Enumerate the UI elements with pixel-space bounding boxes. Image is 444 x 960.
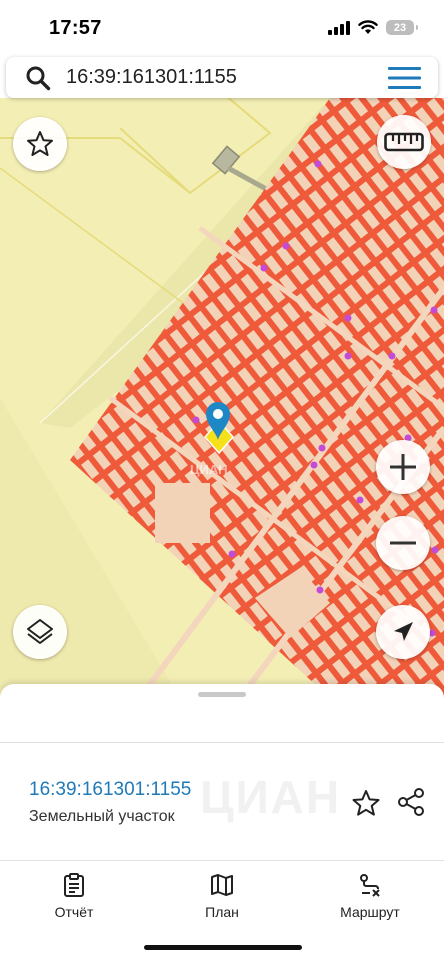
layers-icon [27,619,53,644]
locate-button[interactable] [376,605,430,659]
search-bar[interactable]: 16:39:161301:1155 [6,57,438,98]
ruler-button[interactable] [377,115,431,169]
tab-report[interactable]: Отчёт [14,861,134,920]
ruler-icon [384,132,424,152]
zoom-in-button[interactable] [376,440,430,494]
layers-button[interactable] [13,605,67,659]
sheet-watermark: ЦИАН [200,771,342,823]
status-icons: 23 [328,20,418,35]
map-icon [211,874,233,896]
tab-route-label: Маршрут [340,904,400,920]
map-watermark: ЦИАН [190,462,228,477]
clipboard-icon [64,873,84,897]
divider [0,742,444,743]
bottom-sheet[interactable]: ЦИАН 16:39:161301:1155 Земельный участок… [0,684,444,960]
home-indicator[interactable] [144,945,302,950]
status-time: 17:57 [49,17,102,39]
route-icon [360,874,380,897]
tab-report-label: Отчёт [54,904,94,920]
location-marker-icon [206,402,230,440]
share-icon[interactable] [396,787,426,817]
star-outline-icon [27,131,53,156]
wifi-icon [358,20,378,34]
signal-icon [328,20,350,35]
tab-plan-label: План [205,904,239,920]
navigation-arrow-icon [394,622,413,641]
battery-icon: 23 [386,20,418,35]
minus-icon [390,541,416,545]
tab-route[interactable]: Маршрут [310,861,430,920]
sheet-drag-handle[interactable] [198,692,246,697]
search-input[interactable]: 16:39:161301:1155 [66,66,237,89]
cadastral-number[interactable]: 16:39:161301:1155 [29,779,191,801]
search-icon[interactable] [25,65,51,91]
hamburger-menu-icon[interactable] [388,67,421,89]
cadastral-map[interactable] [0,98,444,698]
zoom-out-button[interactable] [376,516,430,570]
battery-level: 23 [393,21,407,34]
plus-icon [390,454,416,480]
status-bar: 17:57 23 [0,0,444,56]
favorite-map-button[interactable] [13,117,67,171]
tab-plan[interactable]: План [162,861,282,920]
star-outline-icon[interactable] [351,788,381,818]
object-type: Земельный участок [29,808,175,825]
bottom-tab-bar: Отчёт План Маршрут [0,861,444,931]
map-view[interactable]: ЦИАН [0,98,444,698]
